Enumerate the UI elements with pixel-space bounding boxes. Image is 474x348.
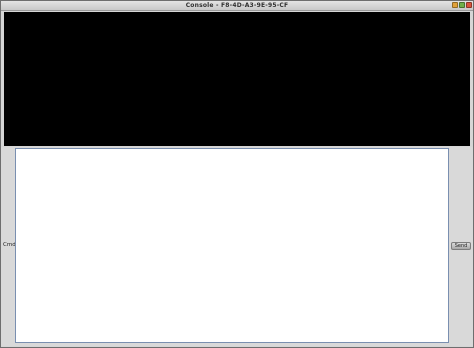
cmd-label: Cmd [3,242,16,248]
minimize-icon[interactable] [452,2,458,8]
send-button[interactable]: Send [451,242,471,250]
title-bar[interactable]: Console - F8-4D-A3-9E-95-CF [1,1,473,11]
maximize-icon[interactable] [459,2,465,8]
console-window: Console - F8-4D-A3-9E-95-CF Cmd Send [0,0,474,348]
close-icon[interactable] [466,2,472,8]
window-title: Console - F8-4D-A3-9E-95-CF [185,2,289,9]
command-row: Cmd Send [1,147,473,346]
command-input[interactable] [15,148,449,343]
console-output[interactable] [4,12,470,146]
